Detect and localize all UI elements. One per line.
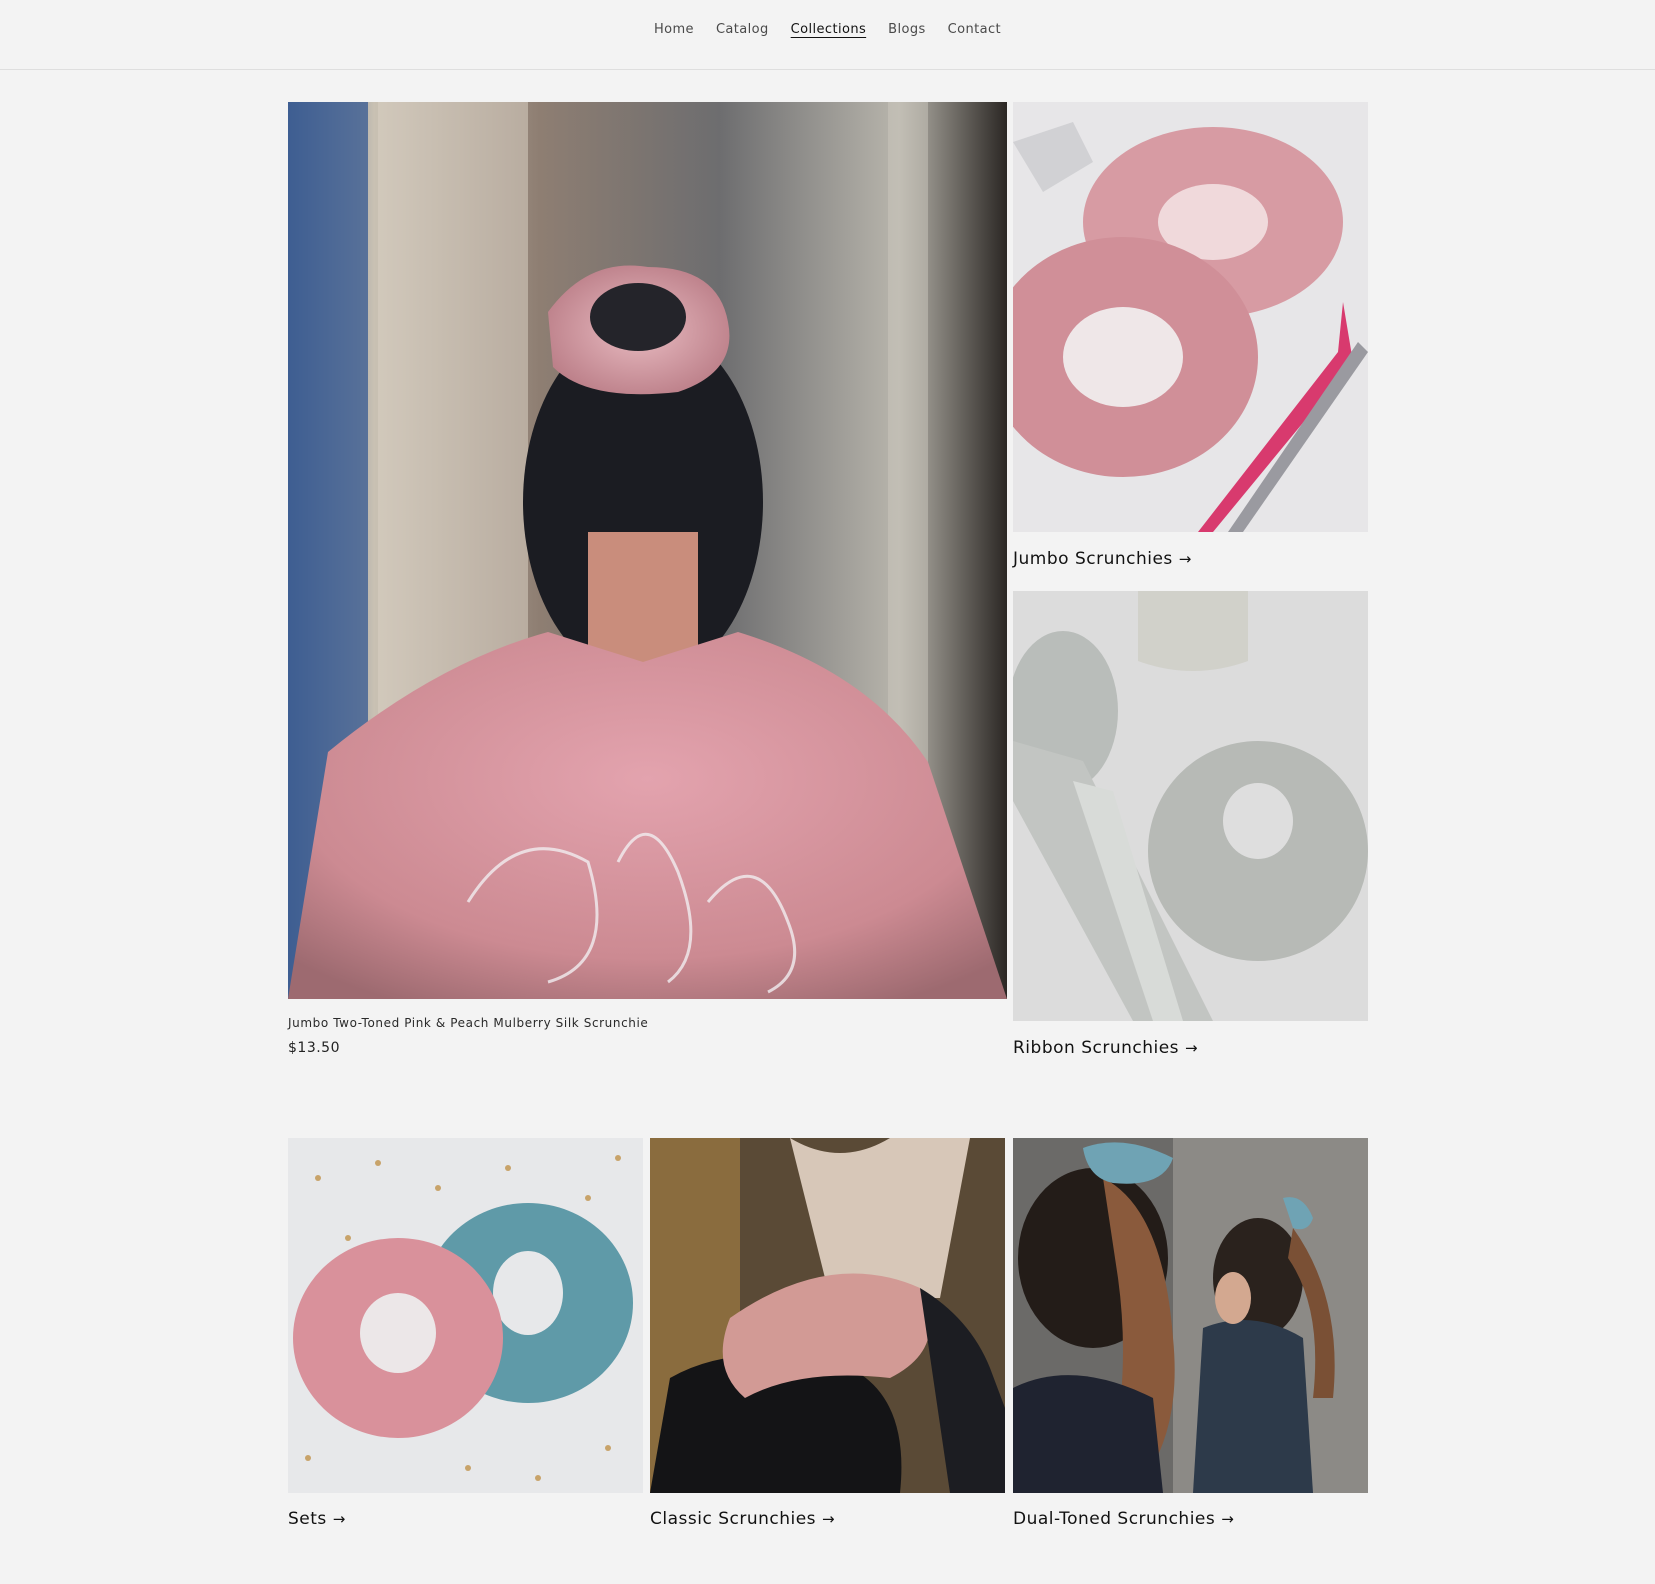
collection-image-ribbon[interactable] (1013, 591, 1368, 1021)
collection-card-dual-toned[interactable]: Dual-Toned Scrunchies → (1013, 1138, 1368, 1538)
collection-label-dual-toned: Dual-Toned Scrunchies (1013, 1509, 1216, 1529)
arrow-right-icon: → (1185, 1039, 1199, 1057)
nav-catalog[interactable]: Catalog (716, 22, 769, 37)
nav-home[interactable]: Home (654, 22, 694, 37)
arrow-right-icon: → (1221, 1510, 1235, 1528)
nav-contact[interactable]: Contact (948, 22, 1001, 37)
featured-product-image[interactable] (288, 102, 1007, 999)
collection-card-classic[interactable]: Classic Scrunchies → (650, 1138, 1005, 1538)
collection-card-ribbon[interactable]: Ribbon Scrunchies → (1013, 591, 1368, 1061)
featured-product-price: $13.50 (288, 1040, 340, 1056)
collection-label-ribbon: Ribbon Scrunchies (1013, 1038, 1180, 1058)
arrow-right-icon: → (332, 1510, 346, 1528)
collection-label-jumbo: Jumbo Scrunchies (1013, 549, 1173, 569)
collection-label-sets: Sets (288, 1509, 327, 1529)
nav-collections[interactable]: Collections (791, 22, 866, 37)
collection-image-jumbo[interactable] (1013, 102, 1368, 532)
collection-card-sets[interactable]: Sets → (288, 1138, 643, 1538)
collection-link-dual-toned[interactable]: Dual-Toned Scrunchies → (1013, 1509, 1234, 1529)
main-nav: Home Catalog Collections Blogs Contact (0, 22, 1655, 37)
arrow-right-icon: → (822, 1510, 836, 1528)
collection-card-jumbo[interactable]: Jumbo Scrunchies → (1013, 102, 1368, 572)
collection-image-classic[interactable] (650, 1138, 1005, 1493)
collection-link-ribbon[interactable]: Ribbon Scrunchies → (1013, 1038, 1198, 1058)
featured-product-card[interactable]: Jumbo Two-Toned Pink & Peach Mulberry Si… (288, 102, 1007, 1062)
collection-link-sets[interactable]: Sets → (288, 1509, 346, 1529)
featured-product-title[interactable]: Jumbo Two-Toned Pink & Peach Mulberry Si… (288, 1016, 648, 1030)
collection-image-dual-toned[interactable] (1013, 1138, 1368, 1493)
collection-label-classic: Classic Scrunchies (650, 1509, 817, 1529)
collection-link-classic[interactable]: Classic Scrunchies → (650, 1509, 835, 1529)
collection-image-sets[interactable] (288, 1138, 643, 1493)
arrow-right-icon: → (1178, 550, 1192, 568)
nav-blogs[interactable]: Blogs (888, 22, 926, 37)
collection-link-jumbo[interactable]: Jumbo Scrunchies → (1013, 549, 1192, 569)
site-header: Home Catalog Collections Blogs Contact (0, 0, 1655, 70)
